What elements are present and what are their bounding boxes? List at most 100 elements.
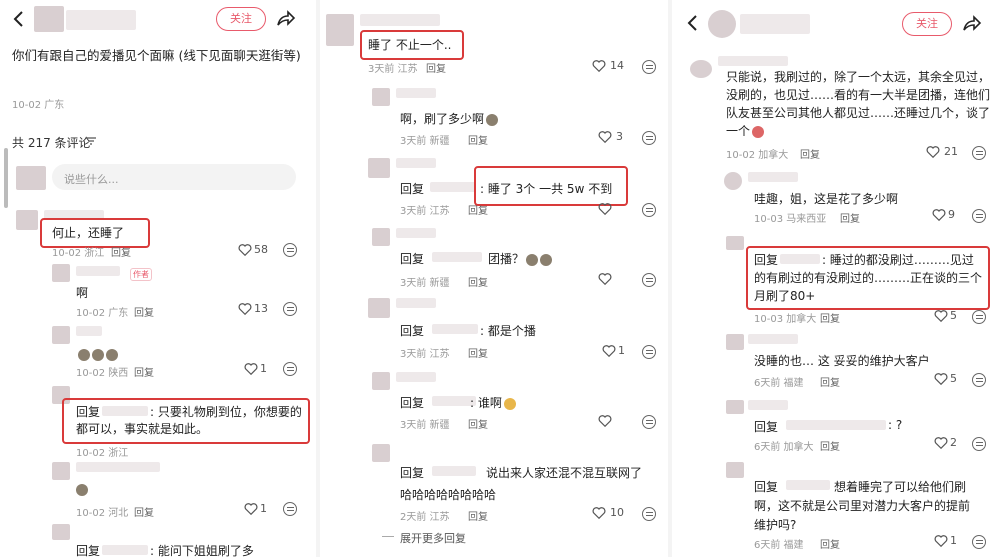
back-arrow-icon[interactable] [12, 10, 24, 28]
emoji-reaction-icon[interactable] [642, 345, 656, 359]
follow-button[interactable]: 关注 [902, 12, 952, 36]
emoji-reaction-icon[interactable] [642, 131, 656, 145]
emoji-reaction-icon[interactable] [642, 203, 656, 217]
reply-button[interactable]: 回复 [468, 202, 488, 217]
reply-button[interactable]: 回复 [134, 364, 154, 379]
comment-meta: 10-03 马来西亚 [754, 214, 827, 225]
heart-icon[interactable] [932, 208, 946, 222]
emoji-reaction-icon[interactable] [972, 146, 986, 160]
commenter-name [748, 334, 798, 344]
heart-icon[interactable] [592, 59, 606, 73]
heart-icon[interactable] [238, 243, 252, 257]
emoji-reaction-icon[interactable] [972, 437, 986, 451]
emoji-reaction-icon[interactable] [283, 362, 297, 376]
heart-icon[interactable] [934, 309, 948, 323]
reply-button[interactable]: 回复 [800, 146, 820, 161]
heart-icon[interactable] [244, 362, 258, 376]
heart-icon[interactable] [598, 130, 612, 144]
commenter-avatar[interactable] [372, 372, 390, 390]
reply-target-name [432, 324, 478, 334]
commenter-avatar[interactable] [52, 524, 70, 540]
share-icon[interactable] [276, 9, 296, 27]
commenter-avatar[interactable] [372, 444, 390, 462]
share-icon[interactable] [962, 14, 982, 32]
heart-icon[interactable] [598, 414, 612, 428]
reply-button[interactable]: 回复 [134, 504, 154, 519]
author-reply-avatar[interactable] [52, 264, 70, 282]
reply-button[interactable]: 回复 [820, 310, 840, 325]
emoji-reaction-icon[interactable] [972, 310, 986, 324]
back-arrow-icon[interactable] [686, 14, 698, 32]
sticker-icon [526, 253, 539, 266]
comment-text: 回复: 能问下姐姐刷了多 [76, 544, 254, 557]
commenter-avatar[interactable] [368, 158, 390, 178]
reply-button[interactable]: 回复 [820, 438, 840, 453]
emoji-reaction-icon[interactable] [972, 535, 986, 549]
comment-text: : 睡了 3个 一共 5w 不到 [480, 182, 613, 196]
heart-icon[interactable] [244, 502, 258, 516]
commenter-avatar[interactable] [726, 334, 744, 350]
commenter-avatar[interactable] [726, 462, 744, 478]
commenter-avatar[interactable] [724, 172, 742, 190]
reply-prefix: 回复 [400, 324, 425, 338]
like-count: 1 [950, 534, 957, 547]
commenter-avatar[interactable] [368, 298, 390, 318]
commenter-avatar[interactable] [726, 400, 744, 414]
heart-icon[interactable] [598, 272, 612, 286]
commenter-avatar[interactable] [372, 88, 390, 106]
commenter-avatar[interactable] [326, 14, 354, 46]
heart-icon[interactable] [934, 372, 948, 386]
sticker-icon [76, 484, 88, 496]
commenter-avatar[interactable] [372, 228, 390, 246]
author-avatar[interactable] [34, 6, 64, 32]
commenter-avatar[interactable] [690, 60, 712, 78]
commenter-avatar[interactable] [726, 236, 744, 250]
comment-input[interactable]: 说些什么... [52, 164, 296, 190]
emoji-reaction-icon[interactable] [972, 373, 986, 387]
emoji-reaction-icon[interactable] [283, 502, 297, 516]
commenter-name [396, 158, 436, 168]
heart-icon[interactable] [238, 302, 252, 316]
commenter-avatar[interactable] [16, 210, 38, 230]
post-title: 你们有跟自己的爱播见个面嘛 (线下见面聊天逛街等) [12, 48, 301, 63]
reply-button[interactable]: 回复 [468, 416, 488, 431]
sort-icon[interactable] [86, 136, 96, 146]
heart-icon[interactable] [598, 202, 612, 216]
heart-icon[interactable] [934, 534, 948, 548]
reply-button[interactable]: 回复 [468, 508, 488, 523]
comment-text: 哇趣，姐，这是花了多少啊 [754, 192, 899, 206]
reply-button[interactable]: 回复 [468, 132, 488, 147]
heart-icon[interactable] [926, 145, 940, 159]
author-avatar[interactable] [708, 10, 736, 38]
scrollbar[interactable] [4, 148, 8, 208]
reply-button[interactable]: 回复 [820, 374, 840, 389]
reply-button[interactable]: 回复 [468, 274, 488, 289]
emoji-reaction-icon[interactable] [283, 302, 297, 316]
like-count: 58 [254, 243, 268, 256]
expand-more-replies[interactable]: 展开更多回复 [400, 530, 466, 546]
commenter-avatar[interactable] [52, 462, 70, 480]
comment-screenshot-panel-1: 关注 你们有跟自己的爱播见个面嘛 (线下见面聊天逛街等) 10-02 广东 共 … [0, 0, 320, 557]
emoji-reaction-icon[interactable] [642, 60, 656, 74]
commenter-avatar[interactable] [52, 326, 70, 344]
emoji-reaction-icon[interactable] [642, 415, 656, 429]
reply-button[interactable]: 回复 [820, 536, 840, 551]
follow-button[interactable]: 关注 [216, 7, 266, 31]
emoji-reaction-icon[interactable] [972, 209, 986, 223]
emoji-reaction-icon[interactable] [283, 243, 297, 257]
heart-icon[interactable] [934, 436, 948, 450]
comment-text: 团播？ [488, 250, 553, 267]
reply-button[interactable]: 回复 [468, 345, 488, 360]
reply-button[interactable]: 回复 [840, 210, 860, 225]
sticker-icon [78, 348, 90, 361]
comment-text: : 谁啊 [470, 394, 516, 411]
reply-button[interactable]: 回复 [111, 244, 131, 259]
reply-button[interactable]: 回复 [426, 60, 446, 75]
heart-icon[interactable] [592, 506, 606, 520]
reply-button[interactable]: 回复 [134, 304, 154, 319]
emoji-reaction-icon[interactable] [642, 273, 656, 287]
emoji-reaction-icon[interactable] [642, 507, 656, 521]
heart-icon[interactable] [602, 344, 616, 358]
comment-meta: 6天前 加拿大 [754, 442, 814, 453]
reply-target-name [432, 466, 476, 476]
